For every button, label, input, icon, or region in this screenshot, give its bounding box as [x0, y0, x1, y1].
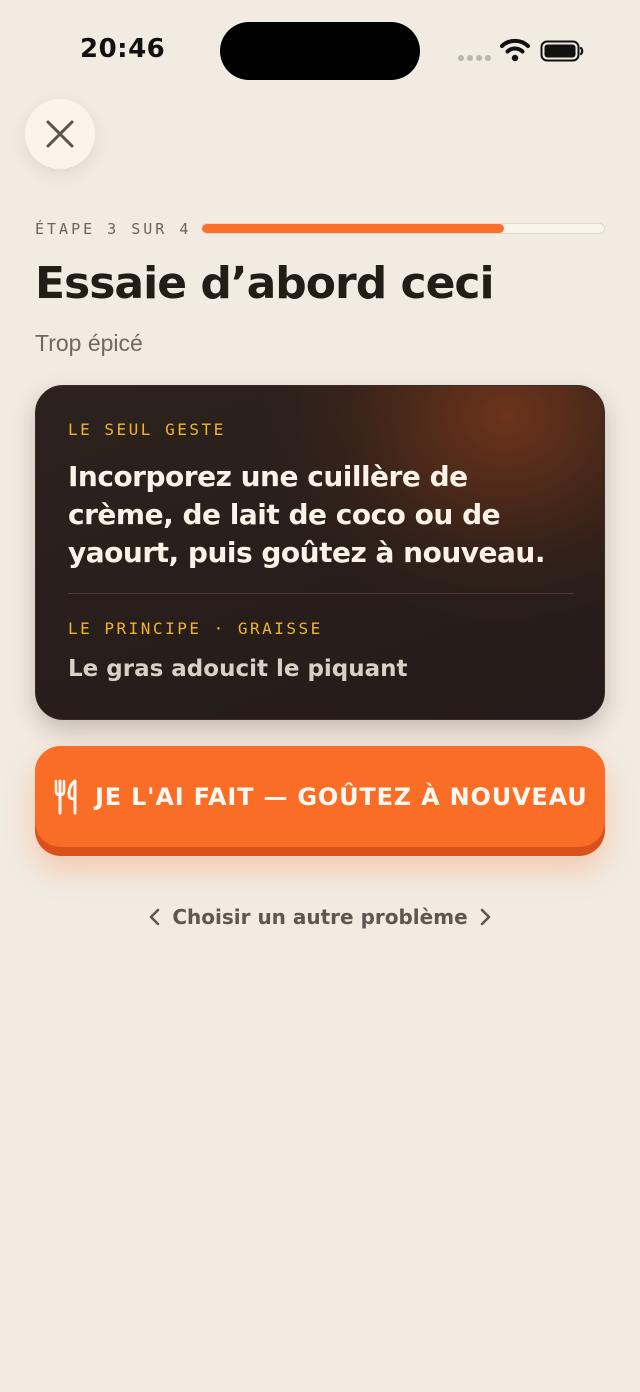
tip-card: LE SEUL GESTE Incorporez une cuillère de… — [35, 385, 605, 720]
status-time: 20:46 — [80, 34, 166, 64]
progress-bar — [201, 223, 605, 234]
card-action-text: Incorporez une cuillère de crème, de lai… — [68, 460, 545, 569]
chevron-left-icon — [150, 908, 160, 926]
choose-other-problem-label: Choisir un autre problème — [172, 905, 468, 929]
done-retaste-button[interactable]: JE L'AI FAIT — GOÛTEZ À NOUVEAU — [35, 746, 605, 856]
principle-text: Le gras adoucit le piquant — [68, 656, 408, 682]
card-divider — [68, 593, 574, 594]
close-icon — [46, 120, 74, 148]
principle-kicker: LE PRINCIPE · GRAISSE — [68, 619, 323, 638]
step-label: ÉTAPE 3 SUR 4 — [35, 220, 192, 238]
cellular-signal-icon — [458, 55, 492, 63]
done-retaste-button-face[interactable]: JE L'AI FAIT — GOÛTEZ À NOUVEAU — [35, 746, 605, 847]
utensils-icon — [54, 779, 77, 814]
card-kicker: LE SEUL GESTE — [68, 420, 226, 439]
chevron-right-icon — [480, 908, 490, 926]
choose-other-problem-link[interactable]: Choisir un autre problème — [0, 900, 640, 934]
done-retaste-label: JE L'AI FAIT — GOÛTEZ À NOUVEAU — [95, 782, 588, 811]
page-subtitle: Trop épicé — [35, 330, 143, 356]
progress-fill — [202, 224, 504, 233]
dynamic-island — [220, 22, 420, 80]
page-title: Essaie d’abord ceci — [35, 258, 495, 309]
screen: 20:46 ÉTAPE 3 SUR 4 Essaie d’abord ceci … — [0, 0, 640, 1392]
wifi-icon — [500, 38, 530, 62]
close-button[interactable] — [25, 99, 95, 169]
battery-icon — [540, 40, 584, 62]
